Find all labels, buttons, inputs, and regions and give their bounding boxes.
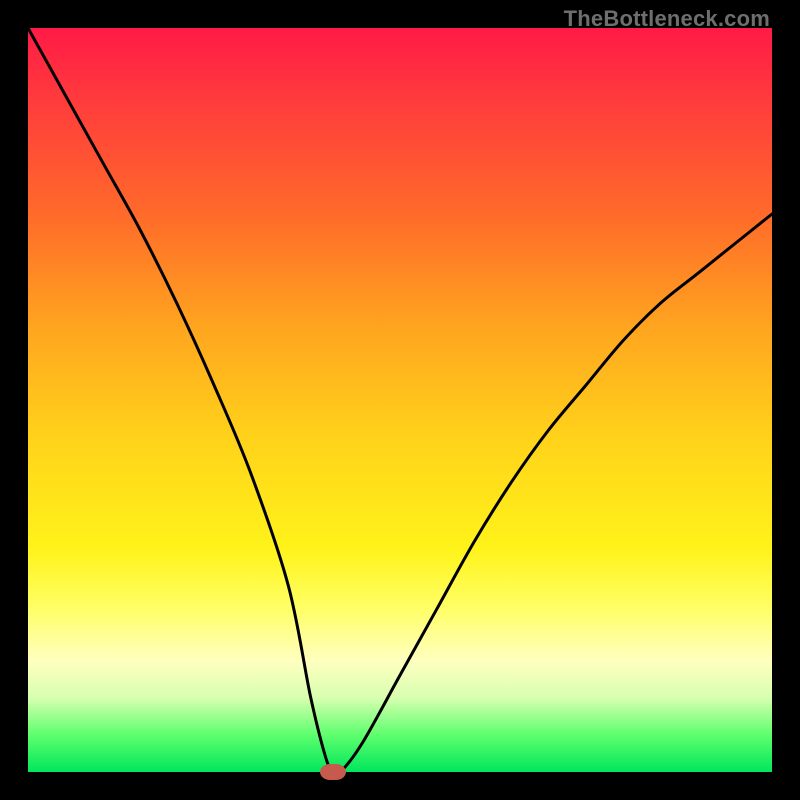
plot-area: [28, 28, 772, 772]
minimum-marker: [320, 764, 346, 780]
curve-svg: [28, 28, 772, 772]
bottleneck-curve: [28, 28, 772, 772]
chart-frame: TheBottleneck.com: [0, 0, 800, 800]
